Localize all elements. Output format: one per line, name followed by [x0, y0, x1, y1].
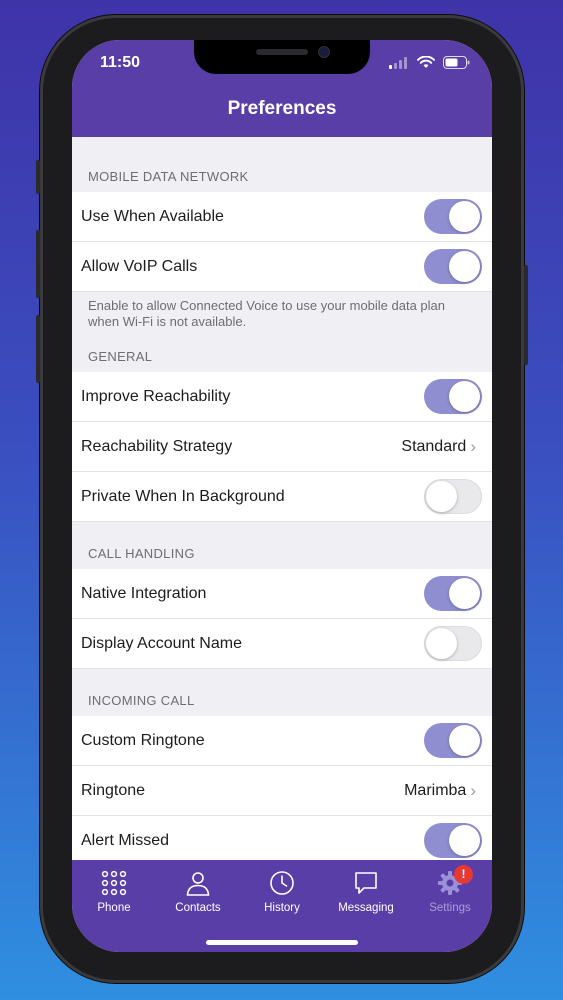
- improve-reachability-toggle[interactable]: [424, 379, 482, 414]
- preferences-list[interactable]: MOBILE DATA NETWORK Use When Available A…: [72, 137, 492, 860]
- row-improve-reachability: Improve Reachability: [72, 372, 492, 422]
- clock-icon: [270, 871, 294, 895]
- section-header-general: GENERAL: [88, 349, 153, 364]
- row-ringtone[interactable]: Ringtone Marimba ›: [72, 766, 492, 816]
- row-label: Ringtone: [81, 781, 146, 799]
- tab-messaging[interactable]: Messaging: [324, 860, 408, 952]
- tab-contacts[interactable]: Contacts: [156, 860, 240, 952]
- chevron-right-icon: ›: [470, 436, 476, 456]
- row-label: Use When Available: [81, 207, 224, 225]
- reachability-strategy-value: Standard ›: [401, 437, 476, 457]
- display-account-name-toggle[interactable]: [424, 626, 482, 661]
- status-icons: [389, 56, 470, 69]
- tab-phone[interactable]: Phone: [72, 860, 156, 952]
- tab-history[interactable]: History: [240, 860, 324, 952]
- tab-label: History: [264, 902, 300, 914]
- front-camera: [318, 46, 330, 58]
- row-label: Display Account Name: [81, 634, 242, 652]
- row-alert-missed: Alert Missed: [72, 816, 492, 860]
- cellular-signal-icon: [389, 56, 407, 69]
- tab-label: Settings: [429, 902, 471, 914]
- row-label: Custom Ringtone: [81, 731, 205, 749]
- speaker-grille: [256, 49, 308, 55]
- row-label: Reachability Strategy: [81, 437, 233, 455]
- dialpad-icon: [101, 870, 127, 896]
- custom-ringtone-toggle[interactable]: [424, 723, 482, 758]
- volume-down-button: [36, 315, 40, 383]
- mobile-data-footer-note: Enable to allow Connected Voice to use y…: [88, 298, 446, 329]
- use-when-available-toggle[interactable]: [424, 199, 482, 234]
- tab-label: Contacts: [175, 902, 221, 914]
- row-private-when-in-background: Private When In Background: [72, 472, 492, 522]
- tab-bar: Phone Contacts History Messaging ! Setti…: [72, 860, 492, 952]
- power-button: [524, 265, 528, 365]
- section-header-incoming-call: INCOMING CALL: [88, 693, 195, 708]
- row-display-account-name: Display Account Name: [72, 619, 492, 669]
- tab-settings[interactable]: ! Settings: [408, 860, 492, 952]
- home-indicator[interactable]: [206, 940, 358, 945]
- row-label: Private When In Background: [81, 487, 285, 505]
- value-text: Standard: [401, 437, 467, 455]
- section-header-mobile-data: MOBILE DATA NETWORK: [88, 169, 249, 184]
- chevron-right-icon: ›: [470, 780, 476, 800]
- section-header-call-handling: CALL HANDLING: [88, 546, 195, 561]
- row-label: Allow VoIP Calls: [81, 257, 198, 275]
- alert-missed-toggle[interactable]: [424, 823, 482, 858]
- wifi-icon: [417, 56, 435, 68]
- chat-icon: [355, 872, 377, 894]
- ringtone-value: Marimba ›: [404, 781, 476, 801]
- battery-icon: [443, 56, 470, 69]
- alert-badge: !: [454, 865, 473, 884]
- row-label: Native Integration: [81, 584, 207, 602]
- row-allow-voip-calls: Allow VoIP Calls: [72, 242, 492, 292]
- status-time: 11:50: [100, 54, 141, 71]
- tab-label: Phone: [97, 902, 131, 914]
- contacts-icon: [186, 872, 210, 896]
- row-native-integration: Native Integration: [72, 569, 492, 619]
- row-reachability-strategy[interactable]: Reachability Strategy Standard ›: [72, 422, 492, 472]
- page-title: Preferences: [227, 98, 337, 119]
- private-when-in-background-toggle[interactable]: [424, 479, 482, 514]
- screen: 11:50 Preferences MOBILE DATA NETWORK Us…: [72, 40, 492, 952]
- mute-switch: [36, 160, 40, 194]
- value-text: Marimba: [404, 781, 467, 799]
- volume-up-button: [36, 230, 40, 298]
- allow-voip-calls-toggle[interactable]: [424, 249, 482, 284]
- row-label: Improve Reachability: [81, 387, 231, 405]
- notch: [194, 40, 370, 74]
- native-integration-toggle[interactable]: [424, 576, 482, 611]
- tab-label: Messaging: [338, 902, 394, 914]
- row-custom-ringtone: Custom Ringtone: [72, 716, 492, 766]
- row-label: Alert Missed: [81, 831, 170, 849]
- row-use-when-available: Use When Available: [72, 192, 492, 242]
